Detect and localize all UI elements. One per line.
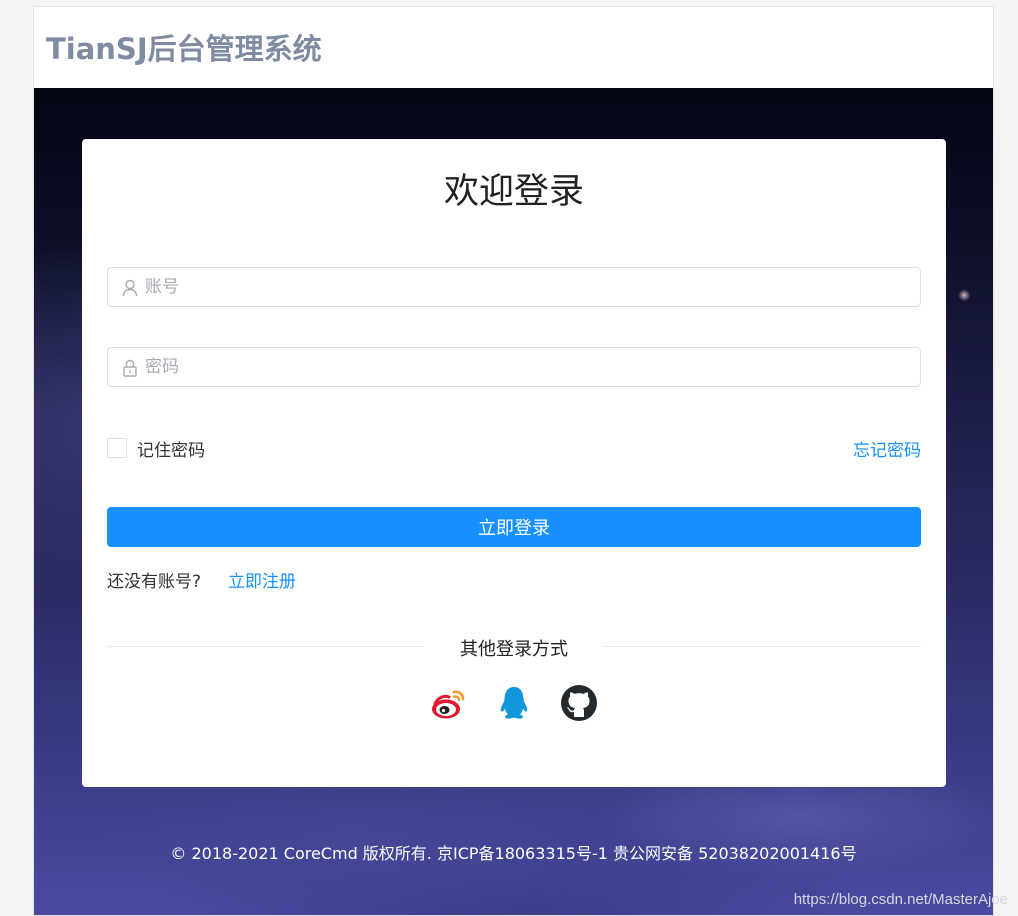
password-field[interactable] [107,347,921,387]
remember-checkbox[interactable] [107,438,127,458]
remember-password[interactable]: 记住密码 [107,437,205,461]
weibo-icon[interactable] [430,684,468,722]
other-login-methods-label: 其他登录方式 [460,639,568,660]
login-card: 欢迎登录 账号 记住密码 忘记密码 立即登录 还没有账号? 立即注册 其他登录方… [82,139,946,787]
username-field[interactable] [107,267,921,307]
password-input[interactable] [145,348,905,386]
site-title: TianSJ后台管理系统 [46,32,322,66]
user-icon [122,279,138,297]
page-frame: TianSJ后台管理系统 欢迎登录 账号 记住密码 忘记密码 立即登录 还没有账… [33,6,994,916]
qq-icon[interactable] [495,684,533,722]
footer-copyright: © 2018-2021 CoreCmd 版权所有. 京ICP备18063315号… [170,844,857,863]
username-input[interactable] [145,268,905,306]
lock-icon [122,359,138,377]
forgot-password-link[interactable]: 忘记密码 [853,436,921,461]
watermark-text: https://blog.csdn.net/MasterAjoe [793,891,1008,908]
login-button[interactable]: 立即登录 [107,507,921,547]
no-account-text: 还没有账号? [107,572,202,592]
top-header: TianSJ后台管理系统 [34,7,993,88]
remember-label: 记住密码 [137,440,205,461]
background-image: 欢迎登录 账号 记住密码 忘记密码 立即登录 还没有账号? 立即注册 其他登录方… [34,88,993,915]
register-link[interactable]: 立即注册 [228,567,296,592]
welcome-title: 欢迎登录 [443,172,584,212]
github-icon[interactable] [560,684,598,722]
